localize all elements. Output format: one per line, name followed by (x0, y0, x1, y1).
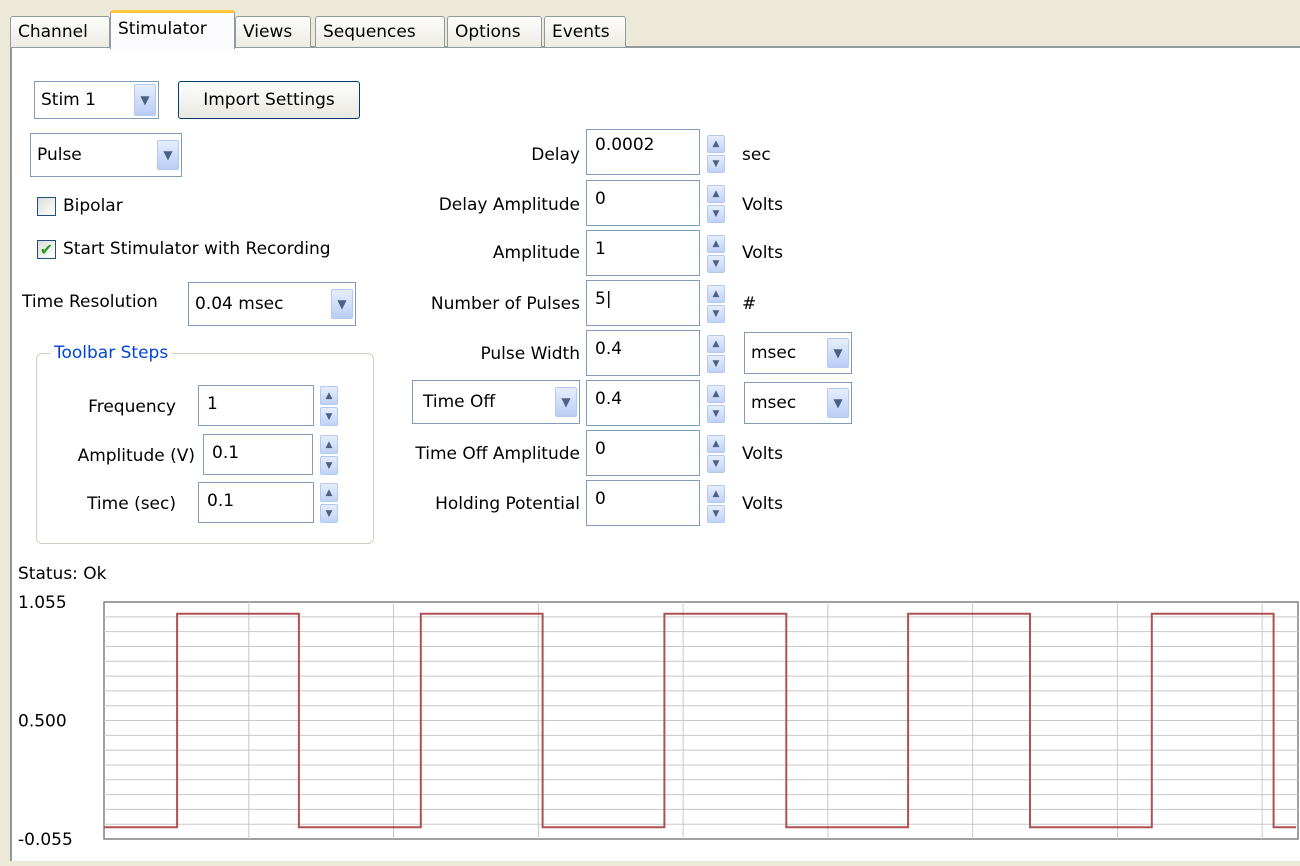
stim-select[interactable]: Stim 1 ▼ (34, 81, 159, 119)
waveform-chart: 1.055 0.500 -0.055 (0, 590, 1300, 861)
delay-amplitude-spinner[interactable]: ▲ ▼ (707, 185, 725, 223)
time-off-unit-select[interactable]: msec ▼ (744, 382, 852, 424)
delay-amplitude-input[interactable]: 0 (586, 180, 700, 226)
tab-events[interactable]: Events (544, 16, 626, 47)
spin-down-icon[interactable]: ▼ (707, 405, 725, 423)
tab-channel[interactable]: Channel (10, 16, 110, 47)
time-step-input[interactable]: 0.1 (198, 482, 314, 523)
delay-label: Delay (531, 145, 580, 165)
amplitude-step-input[interactable]: 0.1 (203, 434, 313, 475)
spin-down-icon[interactable]: ▼ (707, 205, 725, 223)
holding-potential-unit: Volts (742, 494, 783, 514)
amplitude-label: Amplitude (492, 243, 580, 263)
spin-down-icon[interactable]: ▼ (320, 407, 338, 426)
amplitude-step-spinner[interactable]: ▲ ▼ (320, 435, 338, 475)
chevron-down-icon[interactable]: ▼ (827, 388, 849, 418)
chevron-down-icon[interactable]: ▼ (827, 338, 849, 368)
tab-views[interactable]: Views (235, 16, 311, 47)
time-off-spinner[interactable]: ▲ ▼ (707, 385, 725, 423)
spin-up-icon[interactable]: ▲ (707, 335, 725, 353)
number-of-pulses-unit: # (742, 294, 757, 314)
time-off-amplitude-label: Time Off Amplitude (415, 444, 580, 464)
spin-up-icon[interactable]: ▲ (707, 285, 725, 303)
spin-down-icon[interactable]: ▼ (707, 455, 725, 473)
time-off-amplitude-input[interactable]: 0 (586, 430, 700, 476)
bipolar-checkbox[interactable] (37, 197, 56, 216)
chevron-down-icon[interactable]: ▼ (331, 289, 353, 319)
y-tick-label: 0.500 (18, 712, 67, 732)
pulse-width-label: Pulse Width (480, 344, 580, 364)
spin-up-icon[interactable]: ▲ (320, 435, 338, 454)
delay-input[interactable]: 0.0002 (586, 129, 700, 175)
delay-unit: sec (742, 145, 771, 165)
spin-down-icon[interactable]: ▼ (707, 505, 725, 523)
chevron-down-icon[interactable]: ▼ (555, 387, 577, 417)
import-settings-button[interactable]: Import Settings (178, 81, 360, 119)
holding-potential-label: Holding Potential (435, 494, 580, 514)
spin-down-icon[interactable]: ▼ (707, 155, 725, 173)
time-off-unit-value: msec (751, 393, 797, 413)
pulse-width-spinner[interactable]: ▲ ▼ (707, 335, 725, 373)
spin-up-icon[interactable]: ▲ (320, 483, 338, 502)
tab-options[interactable]: Options (447, 16, 542, 47)
time-off-amplitude-unit: Volts (742, 444, 783, 464)
time-step-spinner[interactable]: ▲ ▼ (320, 483, 338, 523)
spin-down-icon[interactable]: ▼ (320, 456, 338, 475)
amplitude-unit: Volts (742, 243, 783, 263)
pulse-width-unit-select[interactable]: msec ▼ (744, 332, 852, 374)
time-off-select-value: Time Off (423, 392, 496, 412)
start-with-recording-checkbox[interactable]: ✔ (37, 240, 56, 259)
waveform-select-value: Pulse (37, 145, 82, 165)
chevron-down-icon[interactable]: ▼ (157, 140, 179, 170)
time-resolution-value: 0.04 msec (195, 294, 284, 314)
spin-down-icon[interactable]: ▼ (707, 305, 725, 323)
delay-amplitude-label: Delay Amplitude (438, 195, 580, 215)
stim-select-value: Stim 1 (41, 90, 96, 110)
y-tick-label: -0.055 (18, 830, 73, 850)
tab-bar: Channel Stimulator Views Sequences Optio… (0, 0, 1300, 52)
y-tick-label: 1.055 (18, 593, 67, 613)
spin-down-icon[interactable]: ▼ (707, 355, 725, 373)
spin-up-icon[interactable]: ▲ (707, 385, 725, 403)
spin-up-icon[interactable]: ▲ (320, 386, 338, 405)
time-off-select[interactable]: Time Off ▼ (412, 380, 580, 424)
spin-down-icon[interactable]: ▼ (320, 504, 338, 523)
spin-up-icon[interactable]: ▲ (707, 135, 725, 153)
amplitude-input[interactable]: 1 (586, 230, 700, 276)
time-resolution-label: Time Resolution (22, 292, 158, 312)
time-off-amplitude-spinner[interactable]: ▲ ▼ (707, 435, 725, 473)
status-text: Status: Ok (18, 564, 107, 584)
spin-up-icon[interactable]: ▲ (707, 235, 725, 253)
amplitude-spinner[interactable]: ▲ ▼ (707, 235, 725, 273)
tab-stimulator[interactable]: Stimulator (110, 10, 235, 49)
time-off-input[interactable]: 0.4 (586, 380, 700, 426)
delay-amplitude-unit: Volts (742, 195, 783, 215)
waveform-select[interactable]: Pulse ▼ (30, 133, 182, 177)
number-of-pulses-spinner[interactable]: ▲ ▼ (707, 285, 725, 323)
delay-spinner[interactable]: ▲ ▼ (707, 135, 725, 173)
frequency-input[interactable]: 1 (198, 385, 314, 426)
tab-sequences[interactable]: Sequences (315, 16, 445, 47)
holding-potential-spinner[interactable]: ▲ ▼ (707, 485, 725, 523)
time-step-label: Time (sec) (87, 494, 176, 514)
frequency-spinner[interactable]: ▲ ▼ (320, 386, 338, 426)
spin-up-icon[interactable]: ▲ (707, 435, 725, 453)
toolbar-steps-title: Toolbar Steps (50, 343, 173, 363)
number-of-pulses-input[interactable]: 5| (586, 280, 700, 326)
spin-down-icon[interactable]: ▼ (707, 255, 725, 273)
amplitude-step-label: Amplitude (V) (77, 446, 195, 466)
frequency-label: Frequency (88, 397, 176, 417)
spin-up-icon[interactable]: ▲ (707, 185, 725, 203)
time-resolution-select[interactable]: 0.04 msec ▼ (188, 282, 356, 326)
chevron-down-icon[interactable]: ▼ (134, 84, 156, 116)
number-of-pulses-label: Number of Pulses (430, 294, 580, 314)
pulse-width-unit-value: msec (751, 343, 797, 363)
waveform-chart-svg: 1.055 0.500 -0.055 (18, 593, 1299, 850)
spin-up-icon[interactable]: ▲ (707, 485, 725, 503)
bipolar-label: Bipolar (63, 196, 123, 216)
holding-potential-input[interactable]: 0 (586, 480, 700, 526)
pulse-width-input[interactable]: 0.4 (586, 330, 700, 376)
start-with-recording-label: Start Stimulator with Recording (63, 239, 331, 259)
